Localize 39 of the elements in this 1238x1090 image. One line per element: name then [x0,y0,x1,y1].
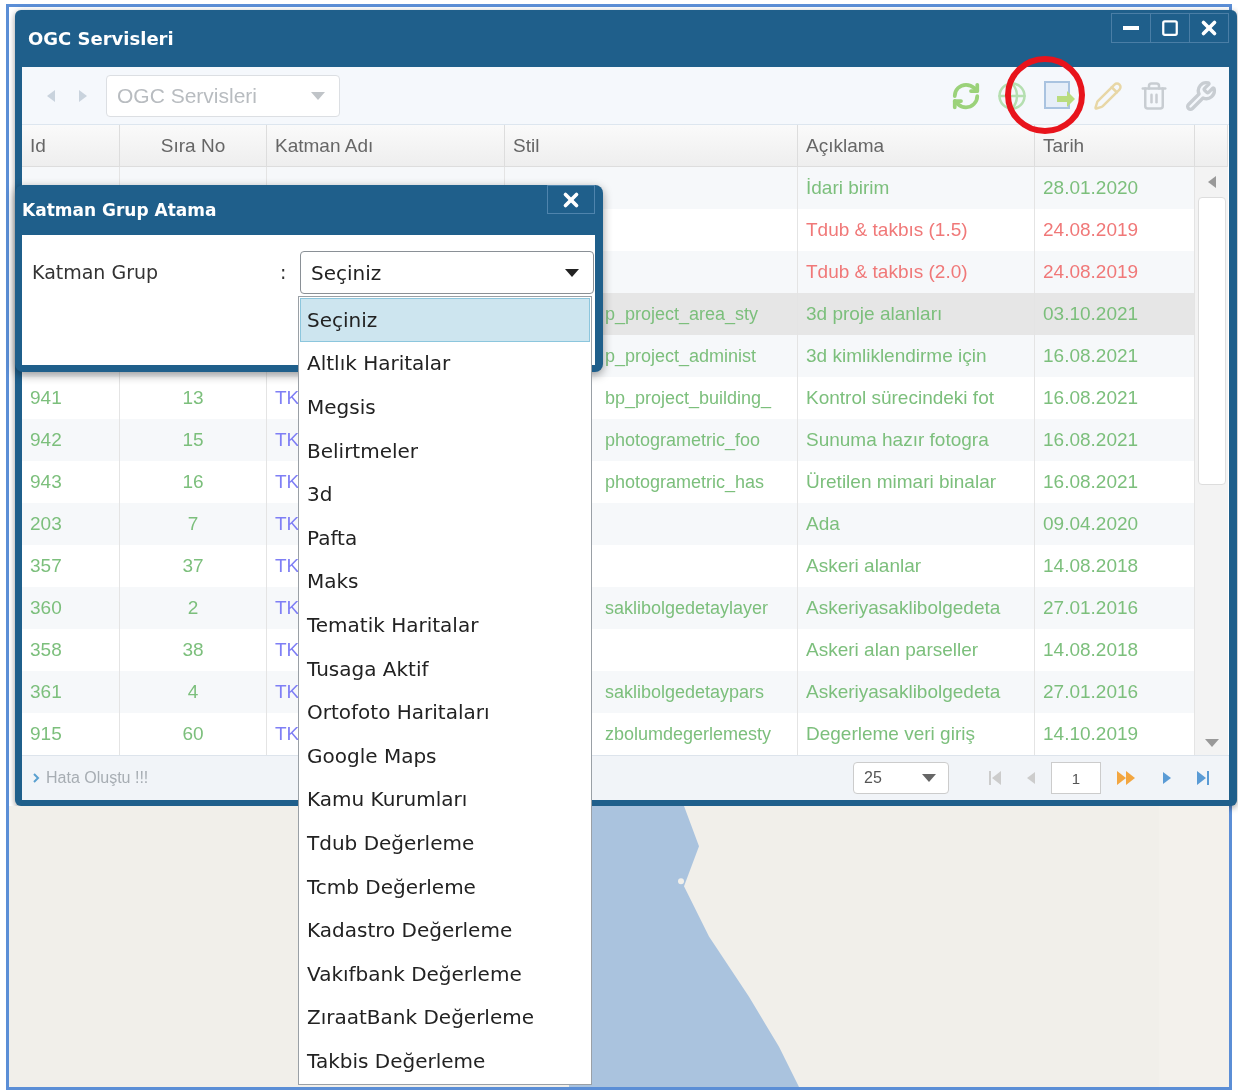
close-button[interactable] [1189,13,1229,43]
maximize-icon [1161,19,1179,37]
status-message: Hata Oluştu !!! [46,769,149,787]
globe-icon[interactable] [997,80,1027,111]
export-icon[interactable] [1043,79,1077,112]
field-label: Katman Grup [32,261,160,283]
minimize-button[interactable] [1111,13,1151,43]
column-header[interactable]: Id [22,125,120,167]
minimize-icon [1123,26,1139,30]
close-button[interactable] [547,185,595,214]
right-triangle-icon [1162,771,1172,785]
left-triangle-icon [1026,771,1036,785]
group-select[interactable]: Seçiniz [300,251,594,294]
column-header[interactable]: Katman Adı [267,125,505,167]
page-input[interactable]: 1 [1051,762,1101,794]
tools-icon[interactable] [1185,79,1217,112]
header-filler [1195,125,1228,167]
window-title: OGC Servisleri [27,28,174,49]
right-triangle-icon [78,88,88,103]
caret-icon [565,268,579,277]
left-triangle-icon [46,88,56,103]
column-header[interactable]: Açıklama [798,125,1035,167]
caret-icon [311,91,325,100]
pencil-icon[interactable] [1093,80,1123,111]
caret-icon [1204,739,1219,747]
maximize-button[interactable] [1150,13,1190,43]
dropdown-option[interactable]: Seçiniz [300,298,590,342]
column-header[interactable]: Sıra No [120,125,267,167]
colon: : [280,261,288,283]
chevron-icon [32,772,40,784]
column-header[interactable]: Tarih [1035,125,1195,167]
scrollbar-thumb[interactable] [1197,197,1226,485]
trash-icon[interactable] [1139,80,1169,111]
last-page-icon [1196,770,1210,786]
column-header[interactable]: Stil [505,125,798,167]
first-page-icon [988,770,1002,786]
page-size-select[interactable]: 25 [853,762,949,794]
refresh-icon[interactable] [951,80,981,111]
caret-icon [922,774,936,782]
